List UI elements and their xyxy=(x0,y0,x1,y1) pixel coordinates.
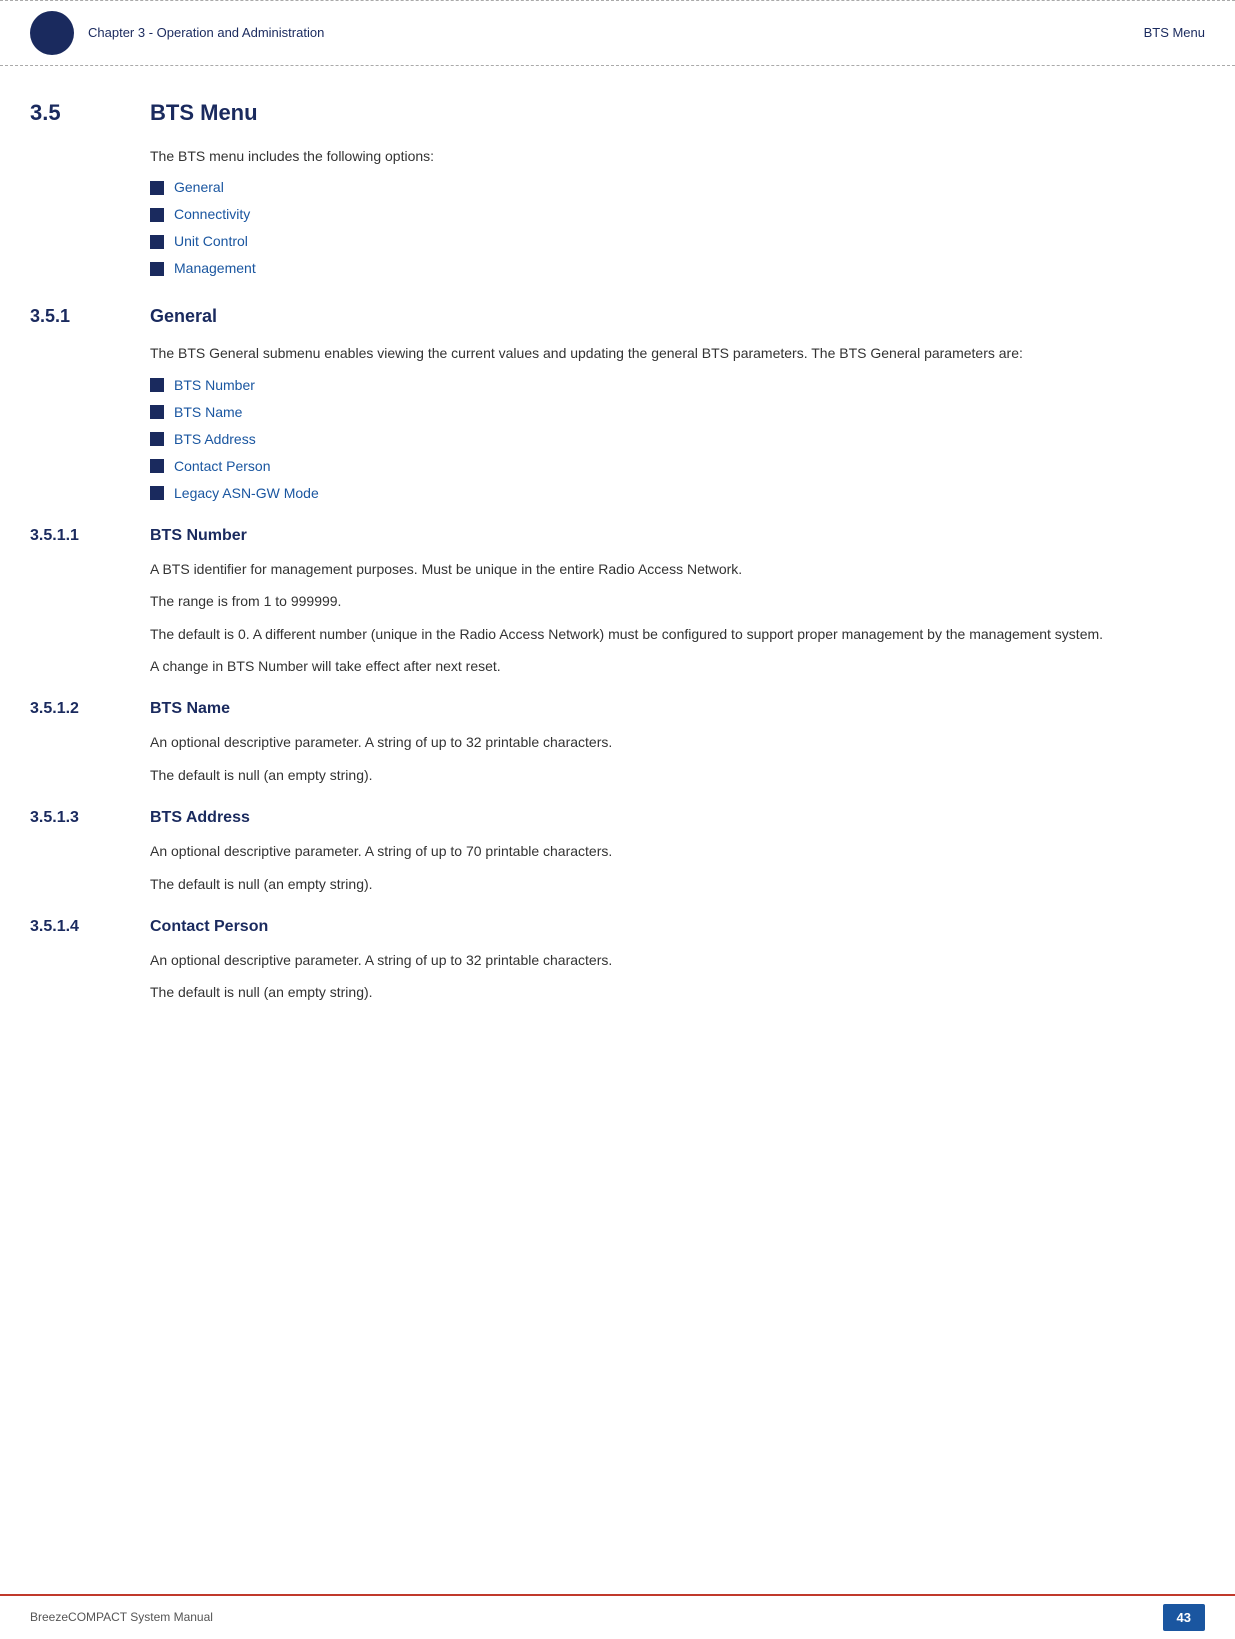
bts-address-para-2: The default is null (an empty string). xyxy=(150,873,1205,895)
bts-number-para-1: A BTS identifier for management purposes… xyxy=(150,558,1205,580)
subsubsection-3-5-1-1-heading: 3.5.1.1 BTS Number xyxy=(30,524,1205,548)
bullet-icon xyxy=(150,378,164,392)
list-item: Unit Control xyxy=(150,231,1205,252)
footer-page-num: 43 xyxy=(1163,1604,1205,1632)
subsubsection-3-5-1-3-title: BTS Address xyxy=(150,806,250,830)
bts-number-para-2: The range is from 1 to 999999. xyxy=(150,590,1205,612)
header-section-ref: BTS Menu xyxy=(1144,23,1205,43)
list-item: Legacy ASN-GW Mode xyxy=(150,483,1205,504)
subsubsection-3-5-1-2-heading: 3.5.1.2 BTS Name xyxy=(30,697,1205,721)
bts-number-para-3: The default is 0. A different number (un… xyxy=(150,623,1205,645)
subsection-3-5-1-num: 3.5.1 xyxy=(30,303,110,330)
subsubsection-3-5-1-3-num: 3.5.1.3 xyxy=(30,806,110,830)
bullet-icon xyxy=(150,235,164,249)
general-link-legacy-asn-gw[interactable]: Legacy ASN-GW Mode xyxy=(174,483,319,504)
general-link-bts-number[interactable]: BTS Number xyxy=(174,375,255,396)
subsubsection-3-5-1-4-num: 3.5.1.4 xyxy=(30,915,110,939)
bullet-icon xyxy=(150,181,164,195)
subsubsection-3-5-1-2-num: 3.5.1.2 xyxy=(30,697,110,721)
section-3-5-title: BTS Menu xyxy=(150,96,258,129)
menu-link-management[interactable]: Management xyxy=(174,258,256,279)
page-footer: BreezeCOMPACT System Manual 43 xyxy=(0,1594,1235,1639)
bts-name-para-2: The default is null (an empty string). xyxy=(150,764,1205,786)
menu-link-unit-control[interactable]: Unit Control xyxy=(174,231,248,252)
footer-brand: BreezeCOMPACT System Manual xyxy=(30,1608,213,1626)
page-header: Chapter 3 - Operation and Administration… xyxy=(0,0,1235,66)
bullet-icon xyxy=(150,208,164,222)
bullet-icon xyxy=(150,262,164,276)
bts-name-para-1: An optional descriptive parameter. A str… xyxy=(150,731,1205,753)
bullet-icon xyxy=(150,486,164,500)
bts-number-para-4: A change in BTS Number will take effect … xyxy=(150,655,1205,677)
chapter-title: Chapter 3 - Operation and Administration xyxy=(88,23,324,43)
list-item: BTS Number xyxy=(150,375,1205,396)
list-item: Connectivity xyxy=(150,204,1205,225)
list-item: Management xyxy=(150,258,1205,279)
list-item: BTS Address xyxy=(150,429,1205,450)
subsection-3-5-1-title: General xyxy=(150,303,217,330)
list-item: BTS Name xyxy=(150,402,1205,423)
subsubsection-3-5-1-1-num: 3.5.1.1 xyxy=(30,524,110,548)
general-link-contact-person[interactable]: Contact Person xyxy=(174,456,271,477)
main-content: 3.5 BTS Menu The BTS menu includes the f… xyxy=(0,66,1235,1044)
subsubsection-3-5-1-2-title: BTS Name xyxy=(150,697,230,721)
section-3-5-heading: 3.5 BTS Menu xyxy=(30,96,1205,129)
chapter-icon xyxy=(30,11,74,55)
section-3-5-num: 3.5 xyxy=(30,96,110,129)
bullet-icon xyxy=(150,459,164,473)
contact-person-para-2: The default is null (an empty string). xyxy=(150,981,1205,1003)
general-link-bts-name[interactable]: BTS Name xyxy=(174,402,242,423)
subsubsection-3-5-1-4-heading: 3.5.1.4 Contact Person xyxy=(30,915,1205,939)
general-link-bts-address[interactable]: BTS Address xyxy=(174,429,256,450)
list-item: General xyxy=(150,177,1205,198)
subsection-3-5-1-heading: 3.5.1 General xyxy=(30,303,1205,330)
menu-link-connectivity[interactable]: Connectivity xyxy=(174,204,250,225)
bts-address-para-1: An optional descriptive parameter. A str… xyxy=(150,840,1205,862)
subsubsection-3-5-1-3-heading: 3.5.1.3 BTS Address xyxy=(30,806,1205,830)
subsubsection-3-5-1-1-title: BTS Number xyxy=(150,524,247,548)
header-left: Chapter 3 - Operation and Administration xyxy=(30,11,324,55)
bullet-icon xyxy=(150,432,164,446)
menu-link-general[interactable]: General xyxy=(174,177,224,198)
section-3-5-intro: The BTS menu includes the following opti… xyxy=(150,145,1205,167)
contact-person-para-1: An optional descriptive parameter. A str… xyxy=(150,949,1205,971)
bullet-icon xyxy=(150,405,164,419)
list-item: Contact Person xyxy=(150,456,1205,477)
subsubsection-3-5-1-4-title: Contact Person xyxy=(150,915,268,939)
subsection-3-5-1-intro: The BTS General submenu enables viewing … xyxy=(150,342,1205,364)
